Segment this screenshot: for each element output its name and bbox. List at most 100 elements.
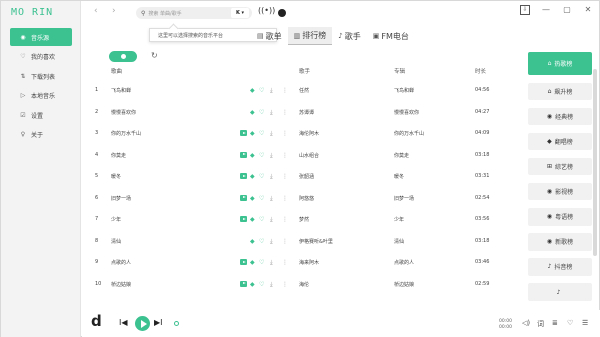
tab-item[interactable]: ▣ FM电台 (367, 27, 415, 45)
volume-icon[interactable]: ◁) (522, 319, 530, 327)
close-icon[interactable]: ✕ (583, 5, 593, 15)
refresh-icon[interactable]: ↻ (151, 51, 158, 60)
chart-item[interactable]: ⌂ 飙升榜 (528, 82, 592, 101)
download-icon[interactable]: ⤓ (270, 237, 273, 246)
tab-item[interactable]: ▥ 排行榜 (287, 27, 333, 45)
table-row[interactable]: 2 慢慢喜欢你 苏谭谭 慢慢喜欢你 04:27 ◆ ♡ ⤓ ⋮ (82, 102, 514, 124)
download-icon[interactable]: ⤓ (270, 86, 273, 95)
lyrics-icon[interactable]: 词 (537, 319, 544, 329)
more-icon[interactable]: ⋮ (282, 108, 288, 117)
chart-item[interactable]: ⌂ 热歌榜 (528, 52, 592, 75)
download-icon[interactable]: ⤓ (270, 172, 273, 181)
sidebar-item[interactable]: ⇅ 下载列表 (10, 67, 72, 85)
play-icon[interactable]: ◆ (250, 172, 255, 181)
play-icon[interactable]: ◆ (250, 108, 255, 117)
more-icon[interactable]: ⋮ (282, 258, 288, 267)
heart-icon[interactable]: ♡ (259, 129, 264, 138)
play-icon[interactable]: ◆ (250, 280, 255, 289)
play-icon[interactable]: ◆ (250, 237, 255, 246)
download-icon[interactable]: ⤓ (270, 194, 273, 203)
song-artist[interactable]: 梦然 (299, 216, 309, 223)
heart-icon[interactable]: ♡ (259, 108, 264, 117)
mv-icon[interactable] (240, 130, 247, 136)
song-title[interactable]: 飞鸟和蝉 (111, 87, 131, 94)
heart-icon[interactable]: ♡ (259, 86, 264, 95)
sidebar-item[interactable]: ◉ 音乐源 (10, 28, 72, 46)
song-album[interactable]: 暖冬 (394, 173, 404, 180)
mv-icon[interactable] (240, 280, 247, 287)
more-icon[interactable]: ⋮ (282, 86, 288, 95)
heart-icon[interactable]: ♡ (259, 151, 264, 160)
record-icon[interactable] (278, 9, 286, 17)
mv-icon[interactable] (240, 173, 247, 179)
heart-icon[interactable]: ♡ (259, 215, 264, 224)
pin-icon[interactable]: ⇩ (520, 5, 530, 15)
more-icon[interactable]: ⋮ (282, 172, 288, 181)
mode-toggle[interactable] (109, 51, 137, 62)
table-row[interactable]: 1 飞鸟和蝉 任然 飞鸟和蝉 04:56 ◆ ♡ ⤓ ⋮ (82, 80, 514, 102)
table-row[interactable]: 8 清仙 伊格赛听&叶里 清仙 03:18 ◆ ♡ ⤓ ⋮ (82, 231, 514, 253)
scrollbar[interactable] (593, 69, 597, 256)
song-album[interactable]: 飞鸟和蝉 (394, 87, 414, 94)
song-title[interactable]: 你的万水千山 (111, 130, 141, 137)
sidebar-item[interactable]: ♡ 我的喜欢 (10, 48, 72, 66)
mv-icon[interactable] (240, 216, 247, 222)
sidebar-item[interactable]: ☑ 设置 (10, 106, 72, 124)
tab-item[interactable]: ♪ 歌手 (332, 27, 366, 45)
table-row[interactable]: 9 点歌的人 海来阿木 点歌的人 03:46 ◆ ♡ ⤓ ⋮ (82, 252, 514, 274)
download-icon[interactable]: ⤓ (270, 280, 273, 289)
more-icon[interactable]: ⋮ (282, 215, 288, 224)
chart-item[interactable]: ⊞ 綜艺榜 (528, 157, 592, 176)
heart-icon[interactable]: ♡ (259, 194, 264, 203)
list-icon[interactable]: ☰ (582, 319, 588, 327)
song-title[interactable]: 桥边姑娘 (111, 281, 131, 288)
more-icon[interactable]: ⋮ (282, 280, 288, 289)
chart-item[interactable]: ◉ 影视榜 (528, 182, 592, 201)
download-icon[interactable]: ⤓ (270, 129, 273, 138)
song-title[interactable]: 暖冬 (111, 173, 121, 180)
more-icon[interactable]: ⋮ (282, 237, 288, 246)
song-artist[interactable]: 山水组合 (299, 152, 319, 159)
like-icon[interactable]: ♡ (567, 319, 573, 327)
play-mode-icon[interactable] (174, 321, 179, 326)
song-title[interactable]: 旧梦一场 (111, 195, 131, 202)
song-album[interactable]: 你莫走 (394, 152, 409, 159)
song-title[interactable]: 点歌的人 (111, 259, 131, 266)
download-icon[interactable]: ⤓ (270, 151, 273, 160)
song-artist[interactable]: 阿悠悠 (299, 195, 314, 202)
song-artist[interactable]: 海伦 (299, 281, 309, 288)
play-icon[interactable]: ◆ (250, 151, 255, 160)
heart-icon[interactable]: ♡ (259, 237, 264, 246)
table-row[interactable]: 7 少年 梦然 少年 03:56 ◆ ♡ ⤓ ⋮ (82, 209, 514, 231)
chart-item[interactable]: ♪ 抖音榜 (528, 258, 592, 276)
song-album[interactable]: 少年 (394, 216, 404, 223)
heart-icon[interactable]: ♡ (259, 280, 264, 289)
sidebar-item[interactable]: ♀ 关于 (10, 126, 72, 144)
mv-icon[interactable] (240, 151, 247, 158)
table-row[interactable]: 6 旧梦一场 阿悠悠 旧梦一场 02:54 ◆ ♡ ⤓ ⋮ (82, 188, 514, 210)
table-row[interactable]: 5 暖冬 张韶涵 暖冬 03:31 ◆ ♡ ⤓ ⋮ (82, 166, 514, 188)
song-album[interactable]: 慢慢喜欢你 (394, 109, 419, 116)
download-icon[interactable]: ⤓ (270, 215, 273, 224)
back-icon[interactable]: ‹ (94, 6, 98, 16)
chart-item[interactable]: ◆ 翻唱榜 (528, 132, 592, 151)
sidebar-item[interactable]: ▷ 本地音乐 (10, 87, 72, 105)
table-row[interactable]: 10 桥边姑娘 海伦 桥边姑娘 02:59 ◆ ♡ ⤓ ⋮ (82, 274, 514, 296)
song-title[interactable]: 慢慢喜欢你 (111, 109, 136, 116)
mv-icon[interactable] (240, 194, 247, 201)
song-title[interactable]: 清仙 (111, 238, 121, 245)
chart-item[interactable]: ◉ 粤语榜 (528, 207, 592, 226)
next-icon[interactable]: ▶I (154, 318, 163, 327)
more-icon[interactable]: ⋮ (282, 129, 288, 138)
forward-icon[interactable]: › (112, 6, 116, 16)
song-artist[interactable]: 任然 (299, 87, 309, 94)
table-row[interactable]: 4 你莫走 山水组合 你莫走 03:18 ◆ ♡ ⤓ ⋮ (82, 145, 514, 167)
heart-icon[interactable]: ♡ (259, 258, 264, 267)
chart-item[interactable]: ◉ 新歌榜 (528, 233, 592, 251)
song-album[interactable]: 点歌的人 (394, 259, 414, 266)
table-row[interactable]: 3 你的万水千山 海伦阿木 你的万水千山 04:09 ◆ ♡ ⤓ ⋮ (82, 123, 514, 145)
tab-item[interactable]: ▤ 歌单 (251, 27, 288, 45)
sound-wave-icon[interactable]: ((•)) (258, 6, 275, 15)
play-icon[interactable]: ◆ (250, 258, 255, 267)
more-icon[interactable]: ⋮ (282, 194, 288, 203)
